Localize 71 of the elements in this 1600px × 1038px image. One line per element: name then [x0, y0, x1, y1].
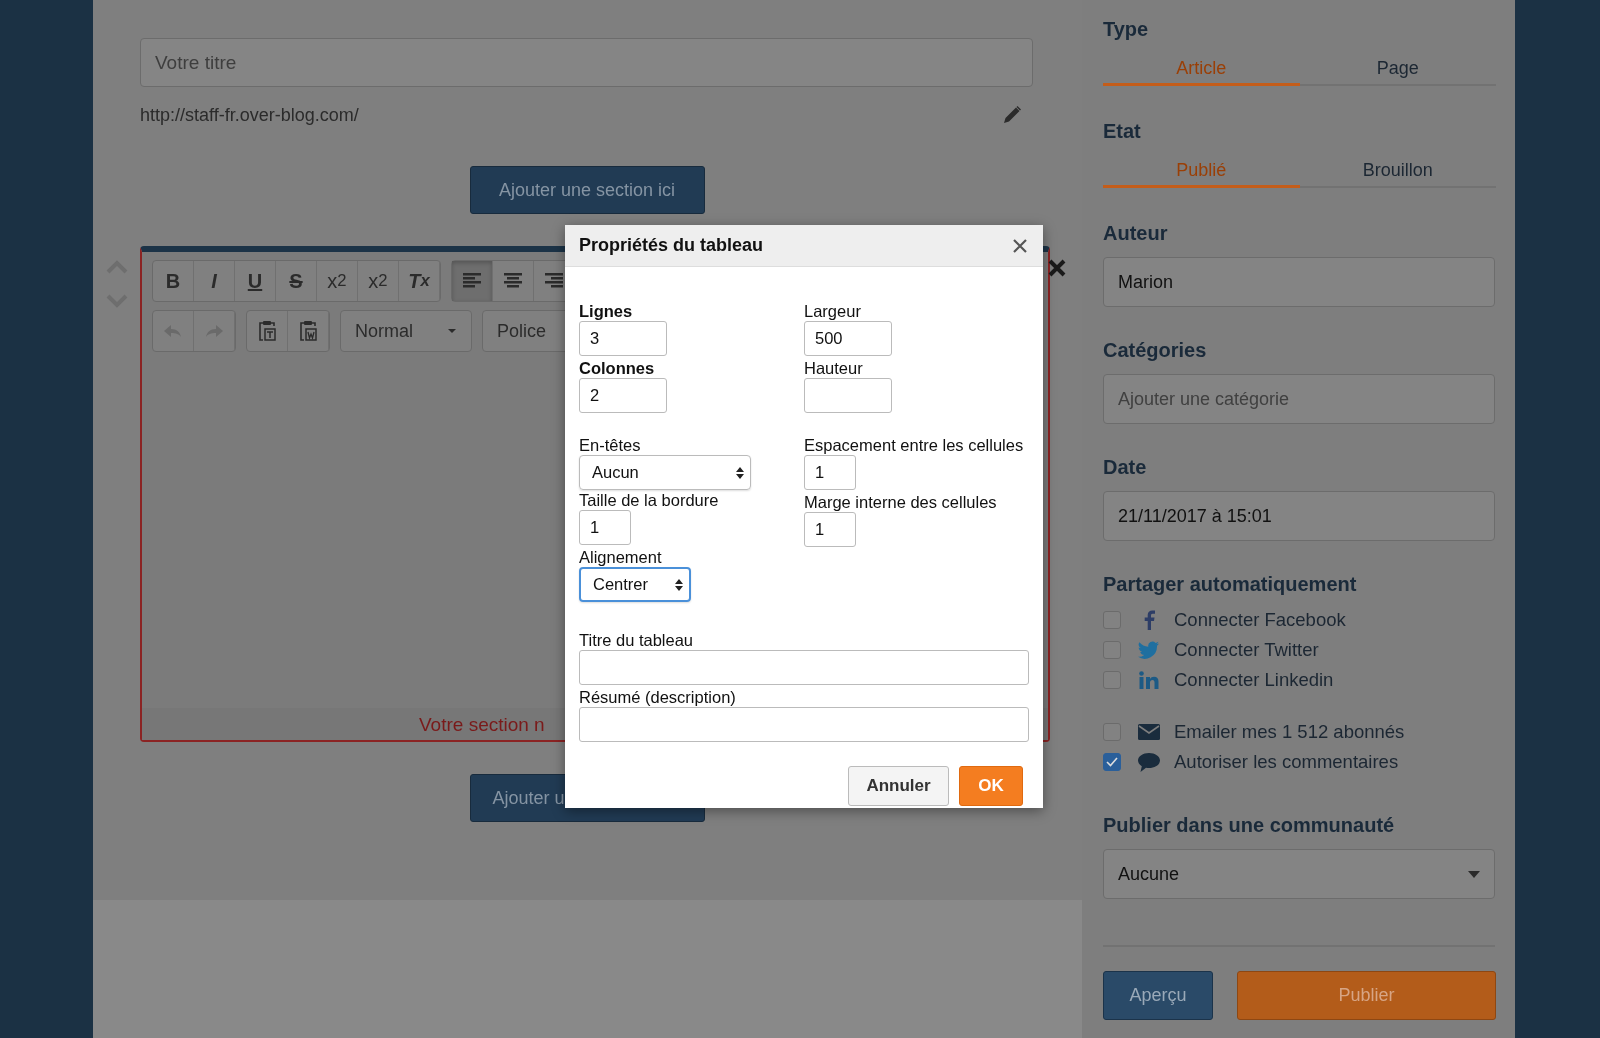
- alignment-select[interactable]: Centrer: [579, 567, 691, 602]
- post-url: http://staff-fr.over-blog.com/: [140, 104, 359, 126]
- padding-field[interactable]: 1: [804, 512, 856, 547]
- field-label: Résumé (description): [579, 687, 737, 707]
- field-label: Largeur: [804, 301, 861, 321]
- format-button[interactable]: B: [153, 261, 194, 301]
- tab[interactable]: Brouillon: [1299, 155, 1496, 188]
- pencil-icon[interactable]: [1001, 104, 1023, 126]
- checkbox-label: Connecter Facebook: [1174, 609, 1346, 631]
- format-button[interactable]: U: [235, 261, 276, 301]
- title-field[interactable]: Votre titre: [140, 38, 1033, 87]
- publish-button[interactable]: Publier: [1237, 971, 1496, 1020]
- section-heading: Auteur: [1103, 222, 1169, 245]
- author-field[interactable]: Marion: [1103, 257, 1495, 307]
- field-label: Colonnes: [579, 358, 655, 378]
- bird-icon: [1138, 641, 1160, 659]
- checkbox-label: Emailer mes 1 512 abonnés: [1174, 721, 1405, 743]
- caret-icon: [1468, 870, 1480, 878]
- caption-field[interactable]: [579, 650, 1029, 685]
- rows-field[interactable]: 3: [579, 321, 667, 356]
- section-heading: Partager automatiquement: [1103, 573, 1358, 596]
- section-heading: Catégories: [1103, 339, 1208, 362]
- field-label: Taille de la bordure: [579, 490, 719, 510]
- mail-icon: [1138, 724, 1160, 740]
- updown-icon: [736, 465, 744, 480]
- columns-field[interactable]: 2: [579, 378, 667, 413]
- field-label: Titre du tableau: [579, 630, 695, 650]
- date-field[interactable]: 21/11/2017 à 15:01: [1103, 491, 1495, 541]
- clipboard-icon: [298, 320, 318, 342]
- section-heading: Type: [1103, 18, 1150, 41]
- section-heading: Etat: [1103, 120, 1142, 143]
- preview-button[interactable]: Aperçu: [1103, 971, 1213, 1020]
- format-button[interactable]: I: [194, 261, 235, 301]
- tab[interactable]: Page: [1299, 53, 1496, 86]
- checkbox-label: Connecter Twitter: [1174, 639, 1319, 661]
- caret-icon: [447, 328, 457, 334]
- width-field[interactable]: 500: [804, 321, 892, 356]
- align-icon: [462, 273, 482, 289]
- format-button[interactable]: S: [276, 261, 317, 301]
- dialog-title: Propriétés du tableau: [579, 235, 764, 256]
- category-field[interactable]: Ajouter une catégorie: [1103, 374, 1495, 424]
- cancel-button[interactable]: Annuler: [848, 766, 949, 806]
- align-icon: [544, 273, 564, 289]
- field-label: Hauteur: [804, 358, 863, 378]
- linkedin-icon: [1139, 671, 1159, 689]
- checkbox-label: Connecter Linkedin: [1174, 669, 1334, 691]
- community-dropdown[interactable]: Aucune: [1103, 849, 1495, 899]
- facebook-icon: [1143, 610, 1155, 630]
- updown-icon: [675, 577, 683, 592]
- clipboard-icon: [257, 320, 277, 342]
- section-heading: Date: [1103, 456, 1148, 479]
- height-field[interactable]: [804, 378, 892, 413]
- checkbox[interactable]: [1103, 753, 1121, 771]
- field-label: En-têtes: [579, 435, 641, 455]
- checkbox-label: Autoriser les commentaires: [1174, 751, 1399, 773]
- close-icon[interactable]: [1047, 258, 1067, 278]
- field-label: Alignement: [579, 547, 662, 567]
- section-warning: Votre section n: [419, 714, 545, 735]
- add-section-button[interactable]: Ajouter une section ici: [469, 166, 705, 214]
- section-heading: Publier dans une communauté: [1103, 814, 1396, 837]
- style-dropdown[interactable]: Normal: [340, 310, 472, 352]
- field-label: Marge interne des cellules: [804, 492, 997, 512]
- summary-field[interactable]: [579, 707, 1029, 742]
- headers-select[interactable]: Aucun: [579, 455, 751, 490]
- ok-button[interactable]: OK: [959, 766, 1023, 806]
- field-label: Espacement entre les cellules: [804, 435, 1024, 455]
- speech-bubble-icon: [1138, 752, 1160, 772]
- border-field[interactable]: 1: [579, 510, 631, 545]
- close-icon[interactable]: [1012, 237, 1028, 254]
- spacing-field[interactable]: 1: [804, 455, 856, 490]
- align-icon: [503, 273, 523, 289]
